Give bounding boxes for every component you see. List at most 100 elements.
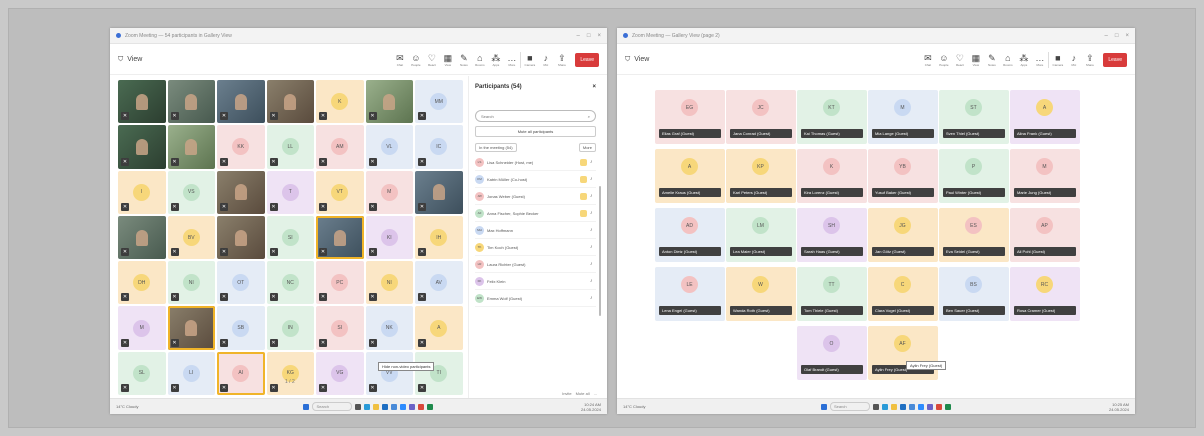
taskbar-clock[interactable]: 10:24 AM 24.05.2024 bbox=[581, 402, 601, 412]
video-tile[interactable]: ✕ bbox=[217, 170, 265, 214]
participant-tile[interactable]: P Paul Winter (Guest) bbox=[939, 149, 1009, 203]
participant-tile[interactable]: KG ✕ bbox=[266, 351, 314, 396]
participant-tile[interactable]: JG Jan Götz (Guest) bbox=[868, 208, 938, 262]
participant-tile[interactable]: NK ✕ bbox=[365, 306, 413, 350]
panel-footer-button[interactable]: Mute all bbox=[576, 391, 590, 396]
participant-row[interactable]: JW Jonas Weber (Guest) ♪ bbox=[475, 188, 596, 205]
participant-tile[interactable]: JC Jana Conrad (Guest) bbox=[726, 90, 796, 144]
taskbar-search[interactable]: Search bbox=[312, 402, 353, 411]
panel-close-icon[interactable]: × bbox=[592, 84, 596, 90]
participant-tile[interactable]: O Olaf Brandt (Guest) bbox=[797, 326, 867, 380]
folder-icon[interactable] bbox=[890, 403, 897, 410]
folder-icon[interactable] bbox=[373, 403, 380, 410]
muted-mic-icon[interactable]: ♪ bbox=[590, 261, 596, 267]
shield-icon[interactable]: ⛉ bbox=[118, 56, 123, 64]
video-tile[interactable]: ✕ bbox=[415, 170, 463, 214]
participant-tile[interactable]: SB ✕ bbox=[217, 306, 265, 350]
participant-tile[interactable]: IN ✕ bbox=[266, 306, 314, 350]
toolbar-notes-button[interactable]: ✎ Notes bbox=[458, 53, 469, 67]
participant-tile[interactable]: RC Rosa Cramer (Guest) bbox=[1010, 267, 1080, 321]
taskbar-search[interactable]: Search bbox=[829, 402, 870, 411]
toolbar-mic-button[interactable]: ♪ Mic bbox=[540, 53, 551, 67]
participant-tile[interactable]: VS ✕ bbox=[167, 170, 215, 214]
participant-tile[interactable]: A Amelie Kraus (Guest) bbox=[655, 149, 725, 203]
view-label[interactable]: View bbox=[127, 56, 142, 63]
video-tile[interactable]: ✕ bbox=[118, 80, 166, 124]
participant-tile[interactable]: BS Ben Sauer (Guest) bbox=[939, 267, 1009, 321]
participant-tile[interactable]: DH ✕ bbox=[118, 261, 166, 305]
taskview-icon[interactable] bbox=[872, 403, 879, 410]
participant-row[interactable]: TK Tim Koch (Guest) ♪ bbox=[475, 239, 596, 256]
outlook-icon[interactable] bbox=[899, 403, 906, 410]
participant-tile[interactable]: KP Karl Peters (Guest) bbox=[726, 149, 796, 203]
muted-mic-icon[interactable]: ♪ bbox=[590, 193, 596, 199]
toolbar-share-button[interactable]: ⇪ Share bbox=[556, 53, 567, 67]
panel-footer-button[interactable]: Invite bbox=[562, 391, 572, 396]
participant-tile[interactable]: SL ✕ bbox=[118, 351, 166, 396]
participant-tile[interactable]: A ✕ bbox=[415, 306, 463, 350]
participant-tile[interactable]: KK ✕ bbox=[217, 125, 265, 169]
participant-tile[interactable]: VG ✕ bbox=[316, 351, 364, 396]
participant-tile[interactable]: KI ✕ bbox=[365, 215, 413, 260]
tab-in-meeting[interactable]: In the meeting (54) bbox=[475, 143, 517, 152]
video-tile[interactable]: ✕ bbox=[167, 80, 215, 124]
participant-tile[interactable]: LM Lea Maier (Guest) bbox=[726, 208, 796, 262]
participant-tile[interactable]: K Kira Lorenz (Guest) bbox=[797, 149, 867, 203]
participant-tile[interactable]: C Clara Vogel (Guest) bbox=[868, 267, 938, 321]
toolbar-camera-button[interactable]: ■ Camera bbox=[524, 53, 536, 67]
page-indicator[interactable]: 1 / 2 bbox=[285, 379, 295, 385]
participant-tile[interactable]: I ✕ bbox=[118, 170, 166, 214]
participant-tile[interactable]: M Mia Lange (Guest) bbox=[868, 90, 938, 144]
participant-tile[interactable]: W Wanda Roth (Guest) bbox=[726, 267, 796, 321]
participant-row[interactable]: KM Katrin Müller (Co-host) ♪ bbox=[475, 171, 596, 188]
participant-tile[interactable]: NI ✕ bbox=[167, 261, 215, 305]
muted-mic-icon[interactable]: ♪ bbox=[590, 278, 596, 284]
participant-tile[interactable]: LI ✕ bbox=[167, 351, 215, 396]
participant-tile[interactable]: AM ✕ bbox=[316, 125, 364, 169]
outlook-icon[interactable] bbox=[382, 403, 389, 410]
zoom-taskbar-icon[interactable] bbox=[917, 403, 924, 410]
store-icon[interactable] bbox=[391, 403, 398, 410]
mute-all-button[interactable]: Mute all participants bbox=[475, 126, 596, 137]
participant-tile[interactable]: VV ✕ bbox=[365, 351, 413, 396]
chrome-icon[interactable] bbox=[418, 403, 425, 410]
chrome-icon[interactable] bbox=[935, 403, 942, 410]
participant-search-input[interactable]: Search ⌕ bbox=[475, 110, 596, 122]
participant-tile[interactable]: PC ✕ bbox=[316, 261, 364, 305]
participant-row[interactable]: MH Max Hoffmann ♪ bbox=[475, 222, 596, 239]
video-tile[interactable]: ✕ bbox=[316, 215, 364, 260]
video-tile[interactable]: ✕ bbox=[217, 215, 265, 260]
minimize-icon[interactable]: – bbox=[577, 33, 580, 39]
muted-mic-icon[interactable]: ♪ bbox=[590, 176, 596, 182]
toolbar-rooms-button[interactable]: ⌂ Rooms bbox=[474, 53, 485, 67]
participant-tile[interactable]: TT Tom Thiele (Guest) bbox=[797, 267, 867, 321]
participant-tile[interactable]: SI ✕ bbox=[316, 306, 364, 350]
participant-tile[interactable]: AP Ali Pohl (Guest) bbox=[1010, 208, 1080, 262]
participant-tile[interactable]: ES Eva Seidel (Guest) bbox=[939, 208, 1009, 262]
toolbar-view-button[interactable]: ▦ View bbox=[442, 53, 453, 67]
participant-tile[interactable]: VT ✕ bbox=[316, 170, 364, 214]
participant-tile[interactable]: M ✕ bbox=[118, 306, 166, 350]
participant-tile[interactable]: M ✕ bbox=[365, 170, 413, 214]
muted-mic-icon[interactable]: ♪ bbox=[590, 244, 596, 250]
participant-tile[interactable]: VL ✕ bbox=[365, 125, 413, 169]
video-tile[interactable]: ✕ bbox=[118, 215, 166, 260]
participant-row[interactable]: AF Anna Fischer, Sophie Becker ♪ bbox=[475, 205, 596, 222]
start-icon[interactable] bbox=[303, 403, 310, 410]
toolbar-people-button[interactable]: ☺ People bbox=[410, 53, 421, 67]
muted-mic-icon[interactable]: ♪ bbox=[590, 295, 596, 301]
weather-widget[interactable]: 14°C Cloudy bbox=[116, 404, 156, 409]
zoom-taskbar-icon[interactable] bbox=[400, 403, 407, 410]
participant-tile[interactable]: IH ✕ bbox=[415, 215, 463, 260]
participant-tile[interactable]: SH Sarah Haas (Guest) bbox=[797, 208, 867, 262]
toolbar-more-button[interactable]: … More bbox=[506, 53, 517, 67]
participant-tile[interactable]: EG Elias Graf (Guest) bbox=[655, 90, 725, 144]
video-tile[interactable]: ✕ bbox=[118, 125, 166, 169]
toolbar-react-button[interactable]: ♡ React bbox=[426, 53, 437, 67]
weather-widget[interactable]: 14°C Cloudy bbox=[623, 404, 663, 409]
video-tile[interactable]: ✕ bbox=[217, 80, 265, 124]
panel-footer-button[interactable]: ... bbox=[594, 391, 597, 396]
taskview-icon[interactable] bbox=[355, 403, 362, 410]
toolbar-chat-button[interactable]: ✉ Chat bbox=[394, 53, 405, 67]
video-tile[interactable]: ✕ bbox=[167, 125, 215, 169]
